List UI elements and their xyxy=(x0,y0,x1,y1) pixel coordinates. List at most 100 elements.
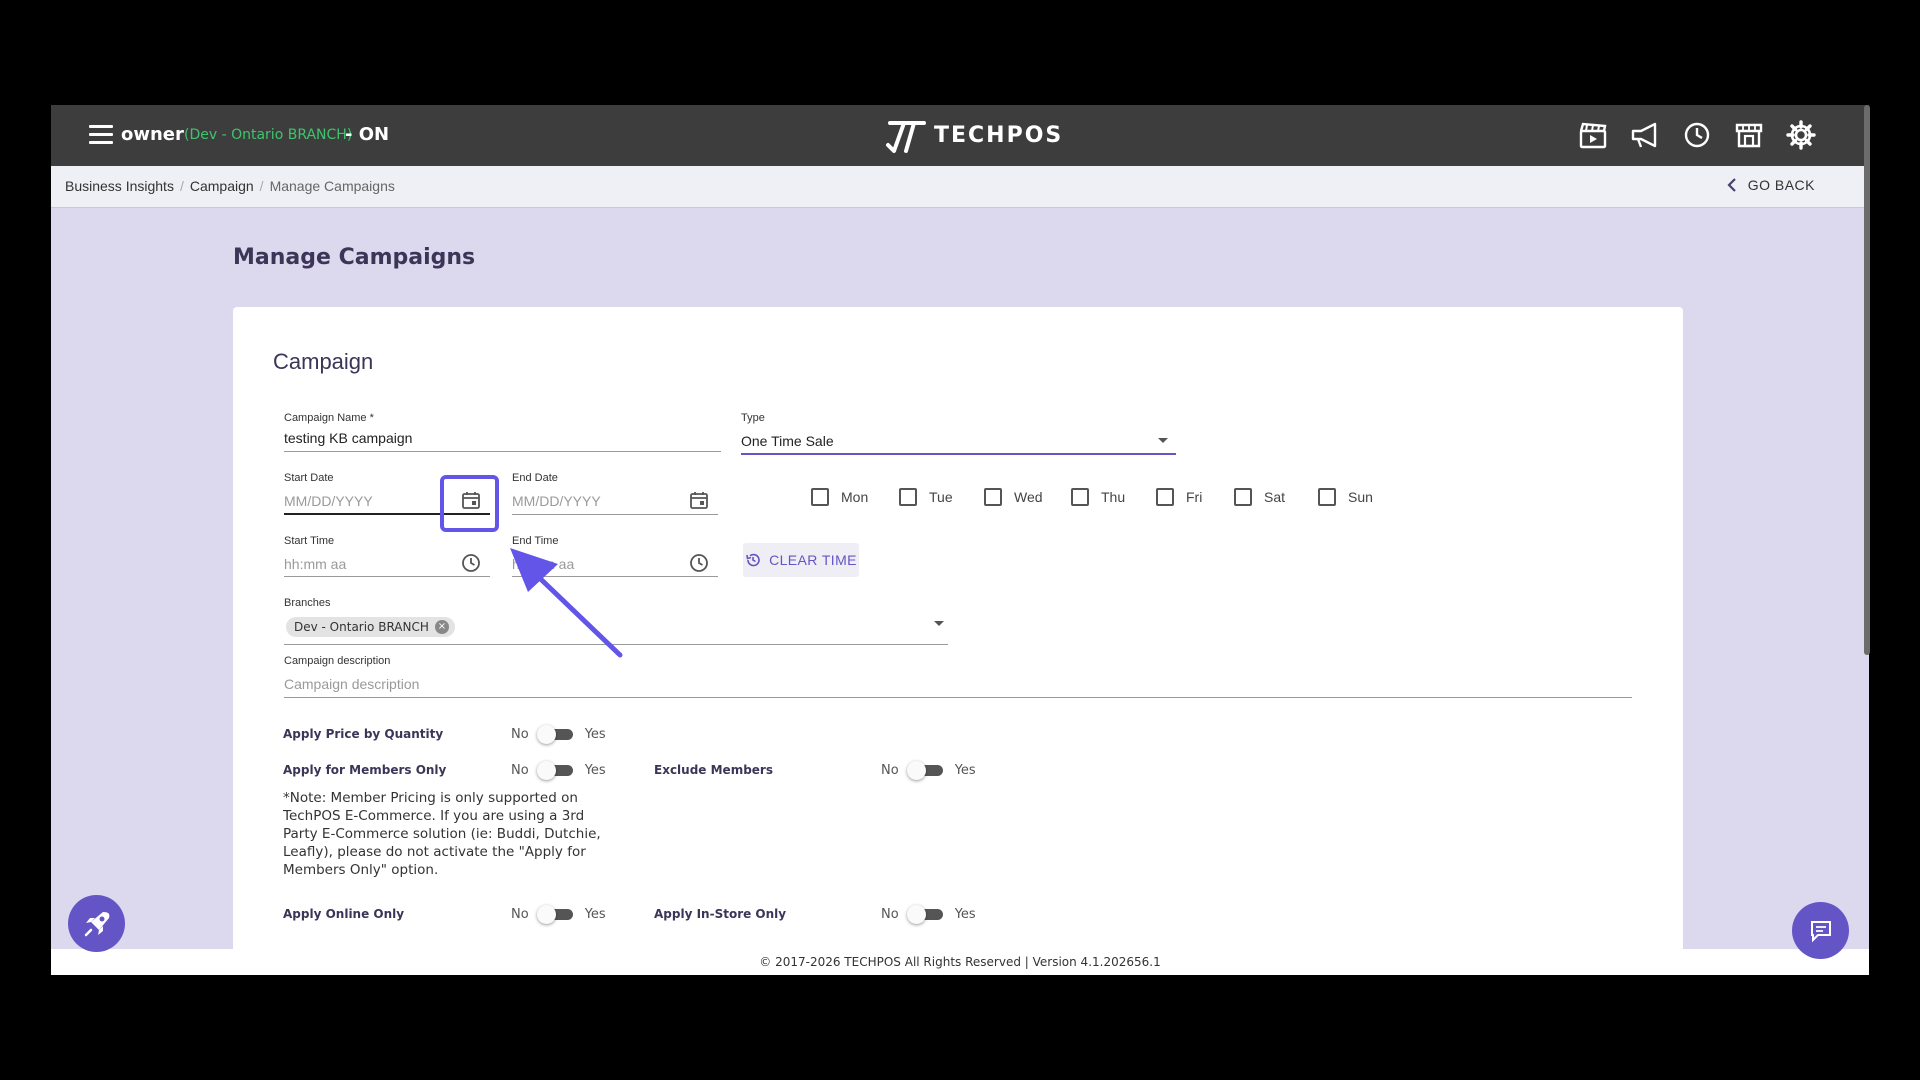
branches-dropdown-icon[interactable] xyxy=(934,621,944,626)
checkbox-icon xyxy=(1318,488,1336,506)
start-time-field[interactable]: Start Time hh:mm aa xyxy=(284,535,490,577)
menu-icon[interactable] xyxy=(89,125,113,145)
toggle-yes-label: Yes xyxy=(584,726,606,742)
clock-icon[interactable] xyxy=(688,552,710,574)
day-label: Fri xyxy=(1186,489,1203,505)
checkbox-icon xyxy=(1156,488,1174,506)
day-checkbox-wed[interactable]: Wed xyxy=(984,488,1043,506)
checkbox-icon xyxy=(1234,488,1252,506)
exclude-members-toggle: No Yes xyxy=(881,760,976,780)
members-only-label: Apply for Members Only xyxy=(283,763,447,777)
instore-only-label: Apply In-Store Only xyxy=(654,907,787,921)
toggle-yes-label: Yes xyxy=(584,906,606,922)
help-button[interactable] xyxy=(68,895,125,952)
branches-label: Branches xyxy=(284,597,331,609)
toggle-yes-label: Yes xyxy=(954,906,976,922)
chat-button[interactable] xyxy=(1792,902,1849,959)
day-label: Wed xyxy=(1014,489,1043,505)
gear-icon[interactable] xyxy=(1785,119,1817,151)
clock-icon[interactable] xyxy=(460,552,482,574)
go-back-button[interactable]: GO BACK xyxy=(1726,177,1815,193)
day-checkbox-tue[interactable]: Tue xyxy=(899,488,953,506)
end-date-field[interactable]: End Date MM/DD/YYYY xyxy=(512,472,718,515)
breadcrumb: Business Insights / Campaign / Manage Campai… xyxy=(51,166,1869,208)
day-checkbox-mon[interactable]: Mon xyxy=(811,488,868,506)
instore-only-switch[interactable] xyxy=(906,904,945,924)
start-time-input[interactable]: hh:mm aa xyxy=(284,556,346,572)
branch-indicator: (Dev - Ontario BRANCH) xyxy=(184,127,353,143)
members-only-toggle: No Yes xyxy=(511,760,606,780)
chip-remove-icon[interactable]: × xyxy=(434,620,449,634)
price-by-quantity-label: Apply Price by Quantity xyxy=(283,727,444,741)
end-date-label: End Date xyxy=(512,472,558,484)
exclude-members-switch[interactable] xyxy=(906,760,945,780)
members-only-switch[interactable] xyxy=(536,760,575,780)
description-input[interactable]: Campaign description xyxy=(284,676,419,692)
toggle-no-label: No xyxy=(881,906,899,922)
campaign-name-value: testing KB campaign xyxy=(284,430,413,446)
day-checkbox-thu[interactable]: Thu xyxy=(1071,488,1125,506)
history-icon xyxy=(746,553,760,567)
checkbox-icon xyxy=(811,488,829,506)
pointer-arrow-icon xyxy=(510,548,623,658)
day-label: Thu xyxy=(1101,489,1126,505)
toggle-yes-label: Yes xyxy=(954,762,976,778)
breadcrumb-item-current: Manage Campaigns xyxy=(269,178,395,194)
top-icons xyxy=(1577,119,1817,151)
campaign-name-field[interactable]: Campaign Name * testing KB campaign xyxy=(284,412,721,452)
type-select[interactable]: Type One Time Sale xyxy=(741,412,1176,455)
exclude-members-label: Exclude Members xyxy=(654,763,773,777)
megaphone-icon[interactable] xyxy=(1629,119,1661,151)
highlight-box xyxy=(440,475,499,532)
end-date-input[interactable]: MM/DD/YYYY xyxy=(512,493,601,509)
type-value: One Time Sale xyxy=(741,433,834,449)
chevron-left-icon xyxy=(1727,178,1736,192)
checkbox-icon xyxy=(899,488,917,506)
page-title: Manage Campaigns xyxy=(233,245,476,270)
app-window: owner (Dev - Ontario BRANCH) - ON TECHPO… xyxy=(51,105,1869,975)
toggle-no-label: No xyxy=(511,906,529,922)
start-date-label: Start Date xyxy=(284,472,334,484)
clear-time-button[interactable]: CLEAR TIME xyxy=(743,543,859,577)
branch-chip-label: Dev - Ontario BRANCH xyxy=(294,620,429,634)
online-only-label: Apply Online Only xyxy=(283,907,405,921)
branch-chip: Dev - Ontario BRANCH × xyxy=(286,617,455,637)
toggle-yes-label: Yes xyxy=(584,762,606,778)
description-label: Campaign description xyxy=(284,655,391,667)
card-title: Campaign xyxy=(273,349,374,374)
price-by-quantity-switch[interactable] xyxy=(536,724,575,744)
breadcrumb-trail: Business Insights / Campaign / Manage Campai… xyxy=(65,178,395,194)
go-back-label: GO BACK xyxy=(1747,177,1815,193)
type-dropdown-icon[interactable] xyxy=(1158,438,1168,443)
campaign-name-label: Campaign Name * xyxy=(284,412,374,424)
online-only-switch[interactable] xyxy=(536,904,575,924)
checkbox-icon xyxy=(984,488,1002,506)
breadcrumb-item-business-insights[interactable]: Business Insights xyxy=(65,178,174,194)
instore-only-toggle: No Yes xyxy=(881,904,976,924)
member-pricing-note: *Note: Member Pricing is only supported … xyxy=(283,790,601,878)
logo-text: TECHPOS xyxy=(934,122,1064,148)
clapperboard-icon[interactable] xyxy=(1577,119,1609,151)
day-checkbox-fri[interactable]: Fri xyxy=(1156,488,1202,506)
day-checkbox-sun[interactable]: Sun xyxy=(1318,488,1373,506)
calendar-icon[interactable] xyxy=(688,489,710,511)
start-time-label: Start Time xyxy=(284,535,335,547)
page-scrollbar[interactable] xyxy=(1864,105,1870,655)
day-label: Sat xyxy=(1264,489,1286,505)
logo-mark-icon xyxy=(886,121,926,153)
clear-time-label: CLEAR TIME xyxy=(769,552,857,568)
techpos-logo: TECHPOS xyxy=(884,115,1063,155)
day-label: Mon xyxy=(841,489,869,505)
day-checkbox-sat[interactable]: Sat xyxy=(1234,488,1285,506)
day-label: Sun xyxy=(1348,489,1373,505)
clock-icon[interactable] xyxy=(1681,119,1713,151)
start-date-input[interactable]: MM/DD/YYYY xyxy=(284,493,373,509)
footer: © 2017-2026 TECHPOS All Rights Reserved … xyxy=(51,949,1869,975)
breadcrumb-item-campaign[interactable]: Campaign xyxy=(190,178,254,194)
day-label: Tue xyxy=(929,489,953,505)
campaign-description-field[interactable]: Campaign description Campaign descriptio… xyxy=(284,655,1632,698)
checkbox-icon xyxy=(1071,488,1089,506)
toggle-no-label: No xyxy=(881,762,899,778)
store-icon[interactable] xyxy=(1733,119,1765,151)
status-indicator: - ON xyxy=(345,124,390,145)
